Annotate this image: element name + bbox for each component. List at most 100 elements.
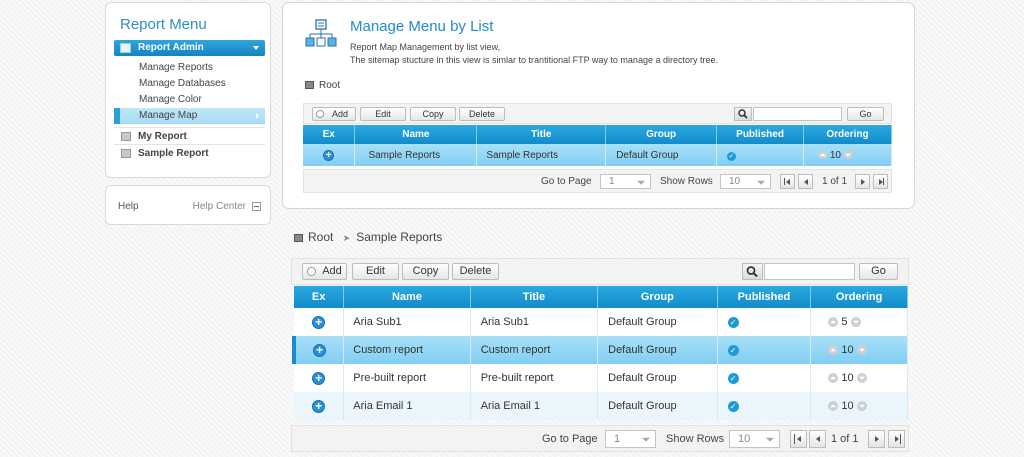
add-button[interactable]: Add xyxy=(302,263,347,280)
ex-cell[interactable]: + xyxy=(294,392,345,420)
published-cell[interactable]: ✓ xyxy=(717,392,812,420)
report-admin-label: Report Admin xyxy=(138,42,204,53)
add-button[interactable]: Add xyxy=(312,107,356,121)
order-down-icon[interactable] xyxy=(856,345,867,356)
column-header-published[interactable]: Published xyxy=(717,286,812,308)
collapse-icon[interactable] xyxy=(252,202,261,211)
ordering-cell: 10 xyxy=(810,364,908,392)
sidebar-group-sample-report[interactable]: Sample Report xyxy=(114,144,265,161)
copy-button[interactable]: Copy xyxy=(402,263,449,280)
check-icon[interactable]: ✓ xyxy=(727,401,739,412)
sidebar-item-manage-databases[interactable]: Manage Databases xyxy=(114,76,265,92)
sidebar-group-my-report[interactable]: My Report xyxy=(114,127,265,144)
page-select[interactable]: 1 xyxy=(600,174,651,189)
column-header-ex[interactable]: Ex xyxy=(294,286,345,308)
search-icon[interactable] xyxy=(742,263,763,280)
check-icon[interactable]: ✓ xyxy=(727,345,739,356)
column-header-group[interactable]: Group xyxy=(605,125,718,144)
expand-plus-icon[interactable]: + xyxy=(313,343,327,357)
page-info: 1 of 1 xyxy=(831,433,859,445)
published-cell[interactable]: ✓ xyxy=(717,336,812,364)
column-header-ordering[interactable]: Ordering xyxy=(810,286,908,308)
column-header-ordering[interactable]: Ordering xyxy=(803,125,892,144)
title-link[interactable]: Custom report xyxy=(470,336,599,364)
search-icon[interactable] xyxy=(734,107,752,121)
sidebar-item-manage-reports[interactable]: Manage Reports xyxy=(114,60,265,76)
table-row-selected[interactable]: + Custom report Custom report Default Gr… xyxy=(292,336,908,364)
help-label: Help xyxy=(118,201,139,212)
order-up-icon[interactable] xyxy=(828,317,839,328)
ordering-value: 10 xyxy=(829,149,841,161)
check-icon[interactable]: ✓ xyxy=(727,151,737,161)
expand-plus-icon[interactable]: + xyxy=(323,149,335,161)
published-cell[interactable]: ✓ xyxy=(717,364,812,392)
breadcrumb-root[interactable]: Root xyxy=(308,230,333,244)
go-button[interactable]: Go xyxy=(859,263,898,280)
order-up-icon[interactable] xyxy=(828,373,839,384)
ex-cell[interactable]: + xyxy=(294,308,345,336)
next-page-button[interactable] xyxy=(868,430,885,448)
order-down-icon[interactable] xyxy=(856,373,867,384)
last-page-button[interactable] xyxy=(888,430,905,448)
column-header-ex[interactable]: Ex xyxy=(303,125,356,144)
column-header-title[interactable]: Title xyxy=(470,286,599,308)
help-center-link[interactable]: Help Center xyxy=(193,201,246,212)
ordering-value: 10 xyxy=(841,344,854,356)
rows-select[interactable]: 10 xyxy=(729,430,780,448)
column-header-name[interactable]: Name xyxy=(343,286,471,308)
title-link[interactable]: Aria Email 1 xyxy=(470,392,599,420)
prev-page-button[interactable] xyxy=(809,430,826,448)
table-row[interactable]: + Pre-built report Pre-built report Defa… xyxy=(294,364,908,392)
title-cell[interactable]: Sample Reports xyxy=(476,144,607,166)
check-icon[interactable]: ✓ xyxy=(727,373,739,384)
prev-page-button[interactable] xyxy=(798,174,813,189)
expand-plus-icon[interactable]: + xyxy=(312,315,326,329)
table-row[interactable]: + Sample Reports Sample Reports Default … xyxy=(303,144,892,166)
order-up-icon[interactable] xyxy=(818,150,828,160)
delete-button[interactable]: Delete xyxy=(452,263,499,280)
go-button[interactable]: Go xyxy=(847,107,884,121)
help-box: Help Help Center xyxy=(105,185,271,225)
title-link[interactable]: Pre-built report xyxy=(470,364,599,392)
first-page-button[interactable] xyxy=(790,430,807,448)
expand-plus-icon[interactable]: + xyxy=(312,399,326,413)
ex-cell[interactable]: + xyxy=(303,144,356,166)
column-header-published[interactable]: Published xyxy=(716,125,805,144)
column-header-name[interactable]: Name xyxy=(354,125,478,144)
ex-cell[interactable]: + xyxy=(294,364,345,392)
delete-button[interactable]: Delete xyxy=(459,107,505,121)
table-row[interactable]: + Aria Sub1 Aria Sub1 Default Group ✓ 5 xyxy=(294,308,908,336)
column-header-group[interactable]: Group xyxy=(597,286,718,308)
column-header-title[interactable]: Title xyxy=(476,125,607,144)
report-admin-header[interactable]: Report Admin xyxy=(114,40,265,56)
published-cell[interactable]: ✓ xyxy=(716,144,805,166)
order-down-icon[interactable] xyxy=(850,317,861,328)
breadcrumb[interactable]: Root xyxy=(305,80,340,91)
order-down-icon[interactable] xyxy=(856,401,867,412)
copy-button[interactable]: Copy xyxy=(410,107,456,121)
order-up-icon[interactable] xyxy=(828,345,839,356)
first-page-button[interactable] xyxy=(780,174,795,189)
chevron-down-icon xyxy=(757,180,765,185)
edit-button[interactable]: Edit xyxy=(352,263,399,280)
next-page-button[interactable] xyxy=(855,174,870,189)
order-down-icon[interactable] xyxy=(843,150,853,160)
plus-icon xyxy=(316,110,324,118)
title-link[interactable]: Aria Sub1 xyxy=(470,308,599,336)
search-input[interactable] xyxy=(764,263,855,280)
sidebar-item-manage-color[interactable]: Manage Color xyxy=(114,92,265,108)
breadcrumb-current[interactable]: Sample Reports xyxy=(356,230,442,244)
expand-plus-icon[interactable]: + xyxy=(312,371,326,385)
page-select[interactable]: 1 xyxy=(605,430,656,448)
order-up-icon[interactable] xyxy=(828,401,839,412)
search-input[interactable] xyxy=(753,107,842,121)
edit-button[interactable]: Edit xyxy=(360,107,406,121)
published-cell[interactable]: ✓ xyxy=(717,308,812,336)
sidebar-item-manage-map[interactable]: Manage Map xyxy=(114,108,265,124)
check-icon[interactable]: ✓ xyxy=(727,317,739,328)
ex-cell[interactable]: + xyxy=(292,336,345,364)
table-row[interactable]: + Aria Email 1 Aria Email 1 Default Grou… xyxy=(294,392,908,420)
last-page-button[interactable] xyxy=(873,174,888,189)
rows-select[interactable]: 10 xyxy=(720,174,771,189)
breadcrumb-root[interactable]: Root xyxy=(319,80,340,91)
